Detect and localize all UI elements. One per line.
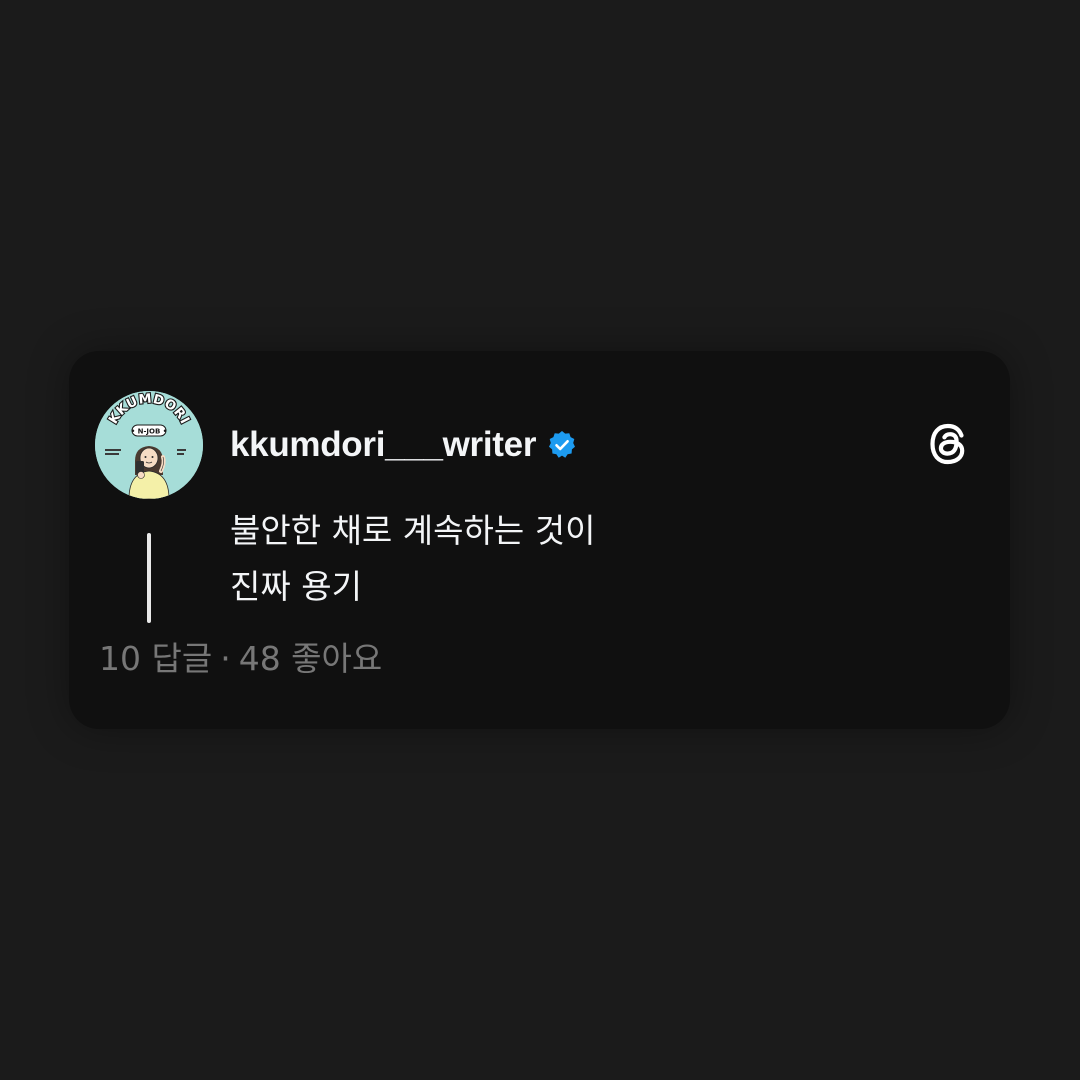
screen: KKUMDORI • N-JOB • kkumdori___writer 불안한… — [0, 0, 1080, 1080]
post-stats: 10 답글 · 48 좋아요 — [99, 637, 382, 681]
avatar-illustration: KKUMDORI • N-JOB • — [95, 391, 203, 499]
likes-count-link[interactable]: 48 좋아요 — [239, 639, 383, 678]
stats-separator: · — [220, 639, 231, 678]
verified-badge-icon — [546, 429, 578, 461]
thread-connector-line — [147, 533, 151, 623]
threads-post-card[interactable]: KKUMDORI • N-JOB • kkumdori___writer 불안한… — [69, 351, 1010, 729]
post-header: kkumdori___writer — [230, 423, 578, 467]
threads-logo-icon[interactable] — [921, 415, 979, 473]
avatar-tagline-text: • N-JOB • — [131, 428, 167, 436]
post-text-line: 진짜 용기 — [230, 567, 362, 606]
replies-count-link[interactable]: 10 답글 — [99, 639, 212, 678]
post-text: 불안한 채로 계속하는 것이 진짜 용기 — [230, 503, 595, 615]
post-text-line: 불안한 채로 계속하는 것이 — [230, 511, 596, 550]
username[interactable]: kkumdori___writer — [230, 423, 536, 467]
avatar[interactable]: KKUMDORI • N-JOB • — [95, 391, 203, 499]
